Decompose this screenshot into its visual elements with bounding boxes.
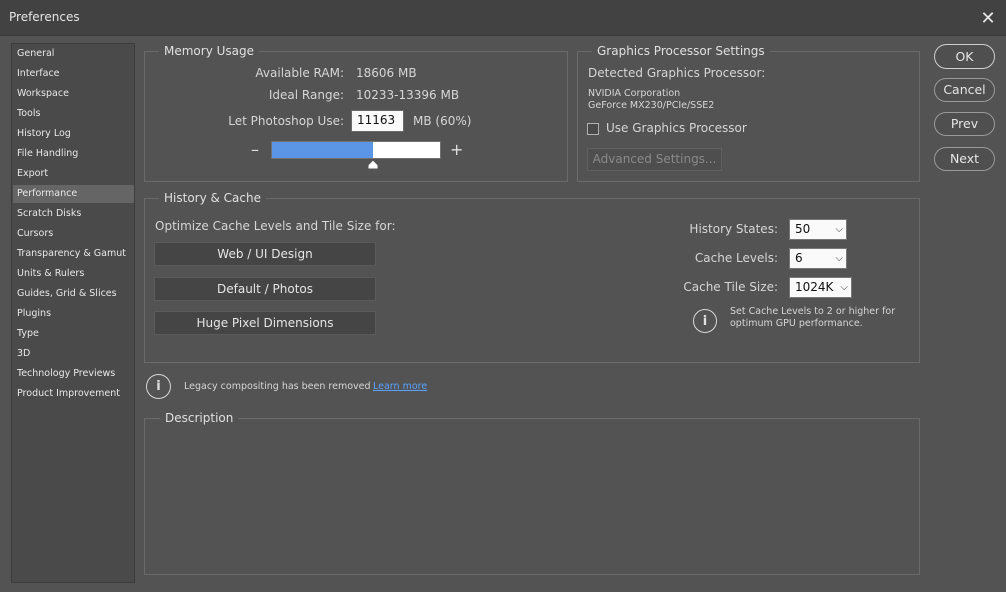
memory-usage-group: Memory Usage Available RAM: 18606 MB Ide… bbox=[144, 44, 568, 182]
sidebar-item-3d[interactable]: 3D bbox=[13, 345, 134, 363]
cache-tip-line2: optimum GPU performance. bbox=[730, 318, 863, 329]
description-group: Description bbox=[144, 411, 920, 575]
window-title: Preferences bbox=[9, 10, 80, 24]
sidebar-item-scratch-disks[interactable]: Scratch Disks bbox=[13, 205, 134, 223]
sidebar-item-tools[interactable]: Tools bbox=[13, 105, 134, 123]
memory-plus-button[interactable]: + bbox=[450, 142, 463, 158]
learn-more-link[interactable]: Learn more bbox=[373, 381, 427, 392]
sidebar-item-product-improvement[interactable]: Product Improvement bbox=[13, 385, 134, 403]
info-icon: i bbox=[146, 374, 171, 399]
close-icon[interactable]: ✕ bbox=[976, 6, 1000, 30]
cancel-button[interactable]: Cancel bbox=[934, 78, 995, 102]
ideal-range-value: 10233-13396 MB bbox=[356, 88, 460, 102]
sidebar-item-transparency-gamut[interactable]: Transparency & Gamut bbox=[13, 245, 134, 263]
sidebar-item-history-log[interactable]: History Log bbox=[13, 125, 134, 143]
web-ui-design-button[interactable]: Web / UI Design bbox=[154, 242, 376, 266]
cache-tile-size-value: 1024K bbox=[795, 280, 834, 294]
sidebar-item-workspace[interactable]: Workspace bbox=[13, 85, 134, 103]
sidebar-item-interface[interactable]: Interface bbox=[13, 65, 134, 83]
advanced-settings-button[interactable]: Advanced Settings... bbox=[587, 148, 722, 171]
sidebar-nav: General Interface Workspace Tools History Lo… bbox=[11, 43, 135, 583]
sidebar-item-type[interactable]: Type bbox=[13, 325, 134, 343]
title-bar: Preferences ✕ bbox=[0, 0, 1006, 36]
sidebar-item-technology-previews[interactable]: Technology Previews bbox=[13, 365, 134, 383]
default-photos-button[interactable]: Default / Photos bbox=[154, 277, 376, 301]
use-gpu-label[interactable]: Use Graphics Processor bbox=[606, 121, 747, 135]
chevron-down-icon: ⌵ bbox=[835, 253, 843, 264]
description-legend: Description bbox=[160, 411, 239, 426]
available-ram-label: Available RAM: bbox=[255, 66, 344, 80]
chevron-down-icon: ⌵ bbox=[835, 224, 843, 235]
cache-levels-value: 6 bbox=[795, 251, 803, 265]
let-photoshop-use-label: Let Photoshop Use: bbox=[228, 114, 344, 128]
sidebar-item-file-handling[interactable]: File Handling bbox=[13, 145, 134, 163]
sidebar-item-guides-grid-slices[interactable]: Guides, Grid & Slices bbox=[13, 285, 134, 303]
history-states-select[interactable]: 50 ⌵ bbox=[789, 219, 847, 240]
sidebar-item-performance[interactable]: Performance bbox=[13, 185, 134, 203]
sidebar-item-units-rulers[interactable]: Units & Rulers bbox=[13, 265, 134, 283]
use-gpu-checkbox[interactable] bbox=[587, 123, 599, 135]
legacy-compositing-text: Legacy compositing has been removed bbox=[184, 381, 371, 392]
memory-minus-button[interactable]: – bbox=[251, 142, 259, 158]
info-icon: i bbox=[693, 309, 717, 333]
ideal-range-label: Ideal Range: bbox=[268, 88, 344, 102]
sidebar-item-plugins[interactable]: Plugins bbox=[13, 305, 134, 323]
prev-button[interactable]: Prev bbox=[934, 112, 995, 136]
history-cache-group: History & Cache Optimize Cache Levels an… bbox=[144, 191, 920, 363]
cache-levels-label: Cache Levels: bbox=[694, 251, 778, 265]
ok-button[interactable]: OK bbox=[934, 44, 995, 69]
memory-use-suffix: MB (60%) bbox=[413, 114, 472, 128]
sidebar-item-general[interactable]: General bbox=[13, 45, 134, 63]
memory-use-input[interactable]: 11163 bbox=[351, 110, 404, 132]
gpu-vendor: NVIDIA Corporation bbox=[588, 88, 681, 99]
chevron-down-icon: ⌵ bbox=[840, 282, 848, 293]
slider-thumb-icon[interactable] bbox=[367, 160, 379, 170]
memory-usage-legend: Memory Usage bbox=[159, 44, 260, 59]
sidebar-item-cursors[interactable]: Cursors bbox=[13, 225, 134, 243]
next-button[interactable]: Next bbox=[934, 147, 995, 171]
memory-slider-fill bbox=[272, 142, 373, 158]
history-states-value: 50 bbox=[795, 222, 811, 236]
optimize-cache-label: Optimize Cache Levels and Tile Size for: bbox=[155, 219, 396, 233]
sidebar-item-export[interactable]: Export bbox=[13, 165, 134, 183]
cache-tip-line1: Set Cache Levels to 2 or higher for bbox=[730, 306, 896, 317]
gpu-settings-legend: Graphics Processor Settings bbox=[592, 44, 770, 59]
cache-tile-size-select[interactable]: 1024K ⌵ bbox=[789, 277, 852, 298]
memory-slider[interactable] bbox=[271, 141, 441, 159]
gpu-settings-group: Graphics Processor Settings Detected Gra… bbox=[577, 44, 920, 182]
available-ram-value: 18606 MB bbox=[356, 66, 417, 80]
detected-gpu-label: Detected Graphics Processor: bbox=[588, 66, 766, 80]
huge-pixel-dimensions-button[interactable]: Huge Pixel Dimensions bbox=[154, 311, 376, 335]
cache-tile-size-label: Cache Tile Size: bbox=[683, 280, 778, 294]
history-cache-legend: History & Cache bbox=[159, 191, 266, 206]
gpu-model: GeForce MX230/PCIe/SSE2 bbox=[588, 100, 715, 111]
history-states-label: History States: bbox=[689, 222, 778, 236]
cache-levels-select[interactable]: 6 ⌵ bbox=[789, 248, 847, 269]
